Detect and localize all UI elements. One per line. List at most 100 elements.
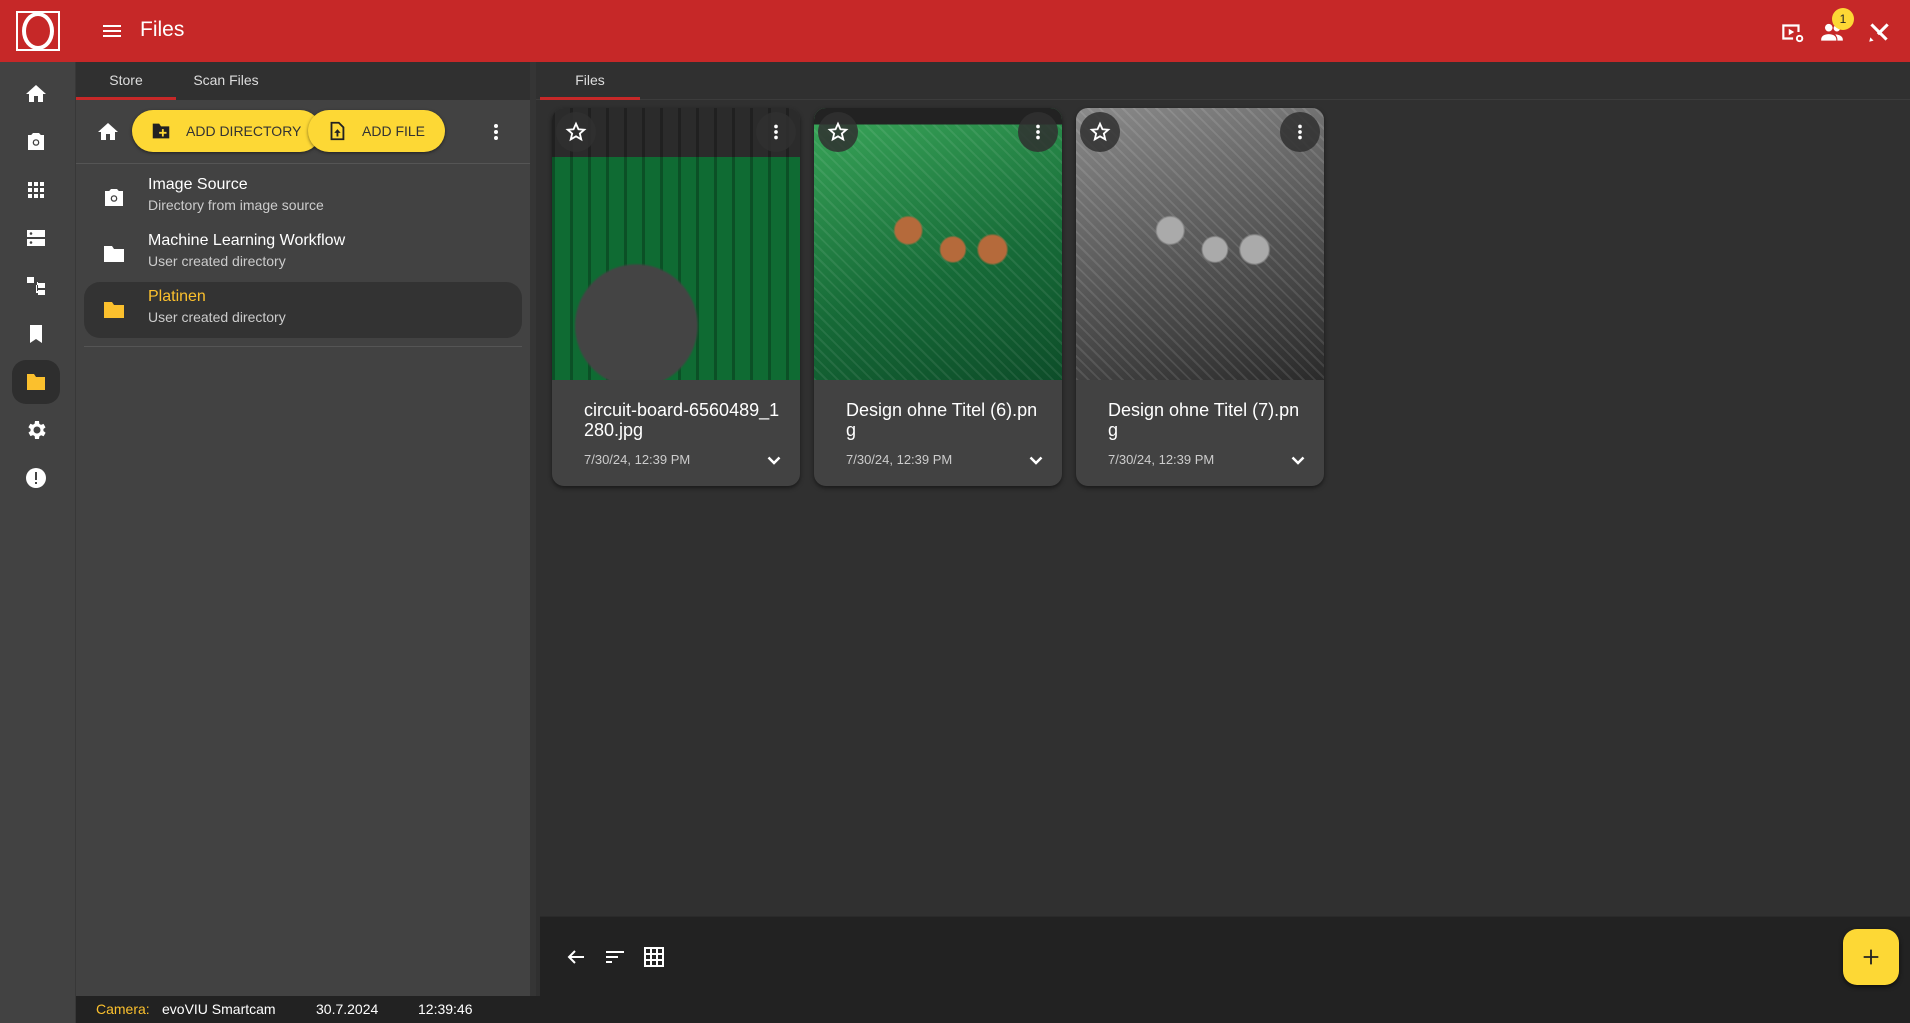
file-card[interactable]: Design ohne Titel (7).png 7/30/24, 12:39… <box>1076 108 1324 486</box>
file-name: Design ohne Titel (6).png <box>846 400 1038 440</box>
camera-icon <box>102 186 126 210</box>
more-vert-icon <box>1036 124 1040 140</box>
grid-icon <box>644 947 664 967</box>
directory-item-image-source[interactable]: Image Source Directory from image source <box>84 170 522 226</box>
tools-icon[interactable] <box>1866 19 1892 45</box>
directory-title: Platinen <box>148 288 206 305</box>
sort-button[interactable] <box>603 945 627 969</box>
file-upload-icon <box>330 121 345 141</box>
more-options-button[interactable] <box>484 120 508 144</box>
status-time: 12:39:46 <box>418 1001 473 1017</box>
directory-item-machine-learning-workflow[interactable]: Machine Learning Workflow User created d… <box>84 226 522 282</box>
file-thumbnail[interactable] <box>552 108 800 380</box>
storage-icon <box>27 230 45 246</box>
favorite-button[interactable] <box>1080 112 1120 152</box>
nav-home[interactable] <box>12 72 60 116</box>
nav-bookmarks[interactable] <box>12 312 60 356</box>
page-title: Files <box>140 18 185 41</box>
home-button[interactable] <box>96 120 120 144</box>
favorite-button[interactable] <box>818 112 858 152</box>
chevron-down-icon <box>767 456 781 465</box>
home-icon <box>98 123 118 140</box>
camera-name: evoVIU Smartcam <box>162 1001 276 1017</box>
expand-button[interactable] <box>762 448 786 472</box>
star-icon <box>1089 121 1111 142</box>
folder-icon <box>102 242 126 266</box>
divider <box>84 346 522 347</box>
main-tabs: Files <box>536 62 1910 100</box>
notification-badge: 1 <box>1832 8 1854 30</box>
nav-info[interactable] <box>12 456 60 500</box>
file-card[interactable]: circuit-board-6560489_1280.jpg 7/30/24, … <box>552 108 800 486</box>
nav-files[interactable] <box>12 360 60 404</box>
nav-storage[interactable] <box>12 216 60 260</box>
expand-button[interactable] <box>1024 448 1048 472</box>
directory-subtitle: Directory from image source <box>148 197 324 213</box>
files-main: Files circuit-board-6560489_1280.jpg 7/3… <box>536 62 1910 996</box>
bottom-toolbar <box>540 916 1910 996</box>
nav-settings[interactable] <box>12 408 60 452</box>
directory-list: Image Source Directory from image source… <box>76 164 530 347</box>
grid-icon <box>28 182 44 198</box>
card-menu-button[interactable] <box>756 112 796 152</box>
directory-subtitle: User created directory <box>148 253 286 269</box>
more-vert-icon <box>774 124 778 140</box>
star-icon <box>827 121 849 142</box>
status-date: 30.7.2024 <box>316 1001 379 1017</box>
camera-label: Camera: <box>96 1001 150 1017</box>
directory-item-platinen[interactable]: Platinen User created directory <box>84 282 522 338</box>
file-thumbnail[interactable] <box>814 108 1062 380</box>
tab-files[interactable]: Files <box>540 62 640 100</box>
directory-title: Machine Learning Workflow <box>148 232 346 249</box>
home-icon <box>26 85 46 102</box>
star-icon <box>565 121 587 142</box>
folder-icon <box>102 298 126 322</box>
nav-camera[interactable] <box>12 120 60 164</box>
camera-icon <box>28 133 44 150</box>
alert-icon <box>26 468 46 488</box>
add-directory-button[interactable]: ADD DIRECTORY <box>132 110 322 152</box>
logo-icon[interactable] <box>0 0 76 62</box>
video-settings-icon[interactable] <box>1779 19 1805 45</box>
file-card[interactable]: Design ohne Titel (6).png 7/30/24, 12:39… <box>814 108 1062 486</box>
grid-view-button[interactable] <box>642 945 666 969</box>
plus-icon <box>1863 949 1879 965</box>
nav-apps[interactable] <box>12 168 60 212</box>
more-vert-icon <box>494 124 498 140</box>
workflow-icon <box>27 277 45 295</box>
file-date: 7/30/24, 12:39 PM <box>846 452 953 467</box>
nav-workflow[interactable] <box>12 264 60 308</box>
store-tabs: Store Scan Files <box>76 62 530 100</box>
nav-rail <box>0 62 76 1023</box>
folder-plus-icon <box>152 123 170 139</box>
tab-store[interactable]: Store <box>76 62 176 100</box>
file-date: 7/30/24, 12:39 PM <box>584 452 691 467</box>
chevron-down-icon <box>1029 456 1043 465</box>
directory-title: Image Source <box>148 176 248 193</box>
store-toolbar: ADD DIRECTORY ADD FILE <box>76 100 530 164</box>
more-vert-icon <box>1298 124 1302 140</box>
file-date: 7/30/24, 12:39 PM <box>1108 452 1215 467</box>
file-name: Design ohne Titel (7).png <box>1108 400 1300 440</box>
add-file-button[interactable]: ADD FILE <box>308 110 446 152</box>
app-bar: Files 1 <box>0 0 1910 62</box>
sort-icon <box>606 951 624 963</box>
tab-scan-files[interactable]: Scan Files <box>176 62 276 100</box>
expand-button[interactable] <box>1286 448 1310 472</box>
status-bar: Camera: evoVIU Smartcam 30.7.2024 12:39:… <box>76 996 1910 1023</box>
add-fab-button[interactable] <box>1843 929 1899 985</box>
card-menu-button[interactable] <box>1280 112 1320 152</box>
add-file-label: ADD FILE <box>362 123 426 139</box>
add-directory-label: ADD DIRECTORY <box>186 123 302 139</box>
favorite-button[interactable] <box>556 112 596 152</box>
back-button[interactable] <box>564 945 588 969</box>
folder-icon <box>27 374 45 390</box>
file-grid: circuit-board-6560489_1280.jpg 7/30/24, … <box>552 108 1324 486</box>
menu-icon[interactable] <box>100 19 124 43</box>
file-name: circuit-board-6560489_1280.jpg <box>584 400 780 440</box>
directory-subtitle: User created directory <box>148 309 286 325</box>
arrow-back-icon <box>567 950 584 964</box>
file-thumbnail[interactable] <box>1076 108 1324 380</box>
store-panel: Store Scan Files ADD DIRECTORY ADD FILE … <box>76 62 536 996</box>
card-menu-button[interactable] <box>1018 112 1058 152</box>
